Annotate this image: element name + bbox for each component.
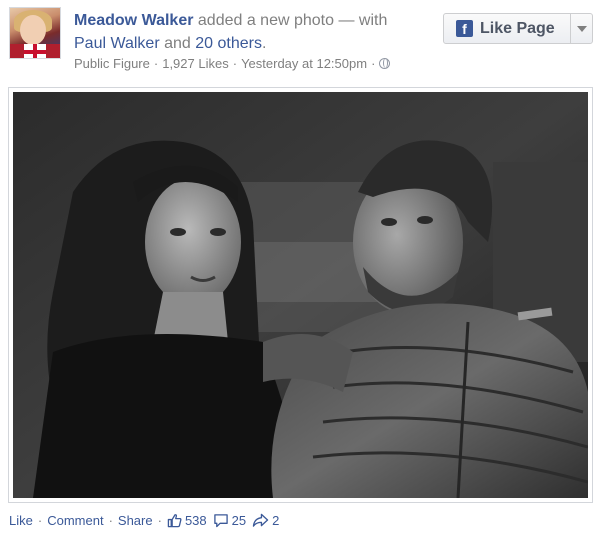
tagged-person-link[interactable]: Paul Walker bbox=[74, 35, 160, 52]
share-arrow-icon bbox=[252, 513, 269, 527]
like-page-button[interactable]: f Like Page bbox=[443, 13, 593, 44]
headline-period: . bbox=[261, 35, 267, 52]
photo-image bbox=[13, 92, 588, 498]
action-text: added a new photo — with bbox=[197, 12, 388, 29]
share-link[interactable]: Share bbox=[118, 513, 153, 528]
comment-icon bbox=[213, 514, 228, 528]
and-text: and bbox=[164, 35, 191, 52]
others-link[interactable]: 20 others bbox=[195, 35, 262, 52]
page-category: Public Figure bbox=[74, 56, 150, 71]
avatar-face bbox=[20, 15, 46, 45]
like-count-value: 538 bbox=[184, 513, 207, 528]
post-photo[interactable] bbox=[13, 92, 588, 498]
photo-frame bbox=[8, 87, 593, 503]
author-name-link[interactable]: Meadow Walker bbox=[74, 12, 193, 29]
share-count[interactable]: 2 bbox=[252, 513, 279, 528]
comment-link[interactable]: Comment bbox=[47, 513, 103, 528]
comment-count[interactable]: 25 bbox=[213, 513, 246, 528]
facebook-f-icon: f bbox=[456, 20, 473, 37]
globe-icon[interactable] bbox=[379, 58, 391, 69]
facebook-post: Meadow Walker added a new photo — with P… bbox=[0, 0, 600, 541]
like-link[interactable]: Like bbox=[9, 513, 33, 528]
post-meta: Public Figure · 1,927 Likes · Yesterday at 1… bbox=[74, 56, 391, 71]
post-actions: Like · Comment · Share · 538 25 2 bbox=[9, 513, 280, 528]
thumbs-up-icon bbox=[167, 514, 182, 528]
avatar-flag bbox=[24, 44, 46, 58]
chevron-down-icon[interactable] bbox=[571, 25, 592, 32]
share-count-value: 2 bbox=[272, 513, 280, 528]
like-page-label: Like Page bbox=[480, 19, 555, 37]
author-avatar[interactable] bbox=[9, 7, 61, 59]
like-count[interactable]: 538 bbox=[167, 513, 207, 528]
post-timestamp[interactable]: Yesterday at 12:50pm bbox=[241, 56, 367, 71]
comment-count-value: 25 bbox=[231, 513, 247, 528]
post-headline: Meadow Walker added a new photo — with P… bbox=[74, 9, 434, 55]
page-likes[interactable]: 1,927 Likes bbox=[162, 56, 229, 71]
